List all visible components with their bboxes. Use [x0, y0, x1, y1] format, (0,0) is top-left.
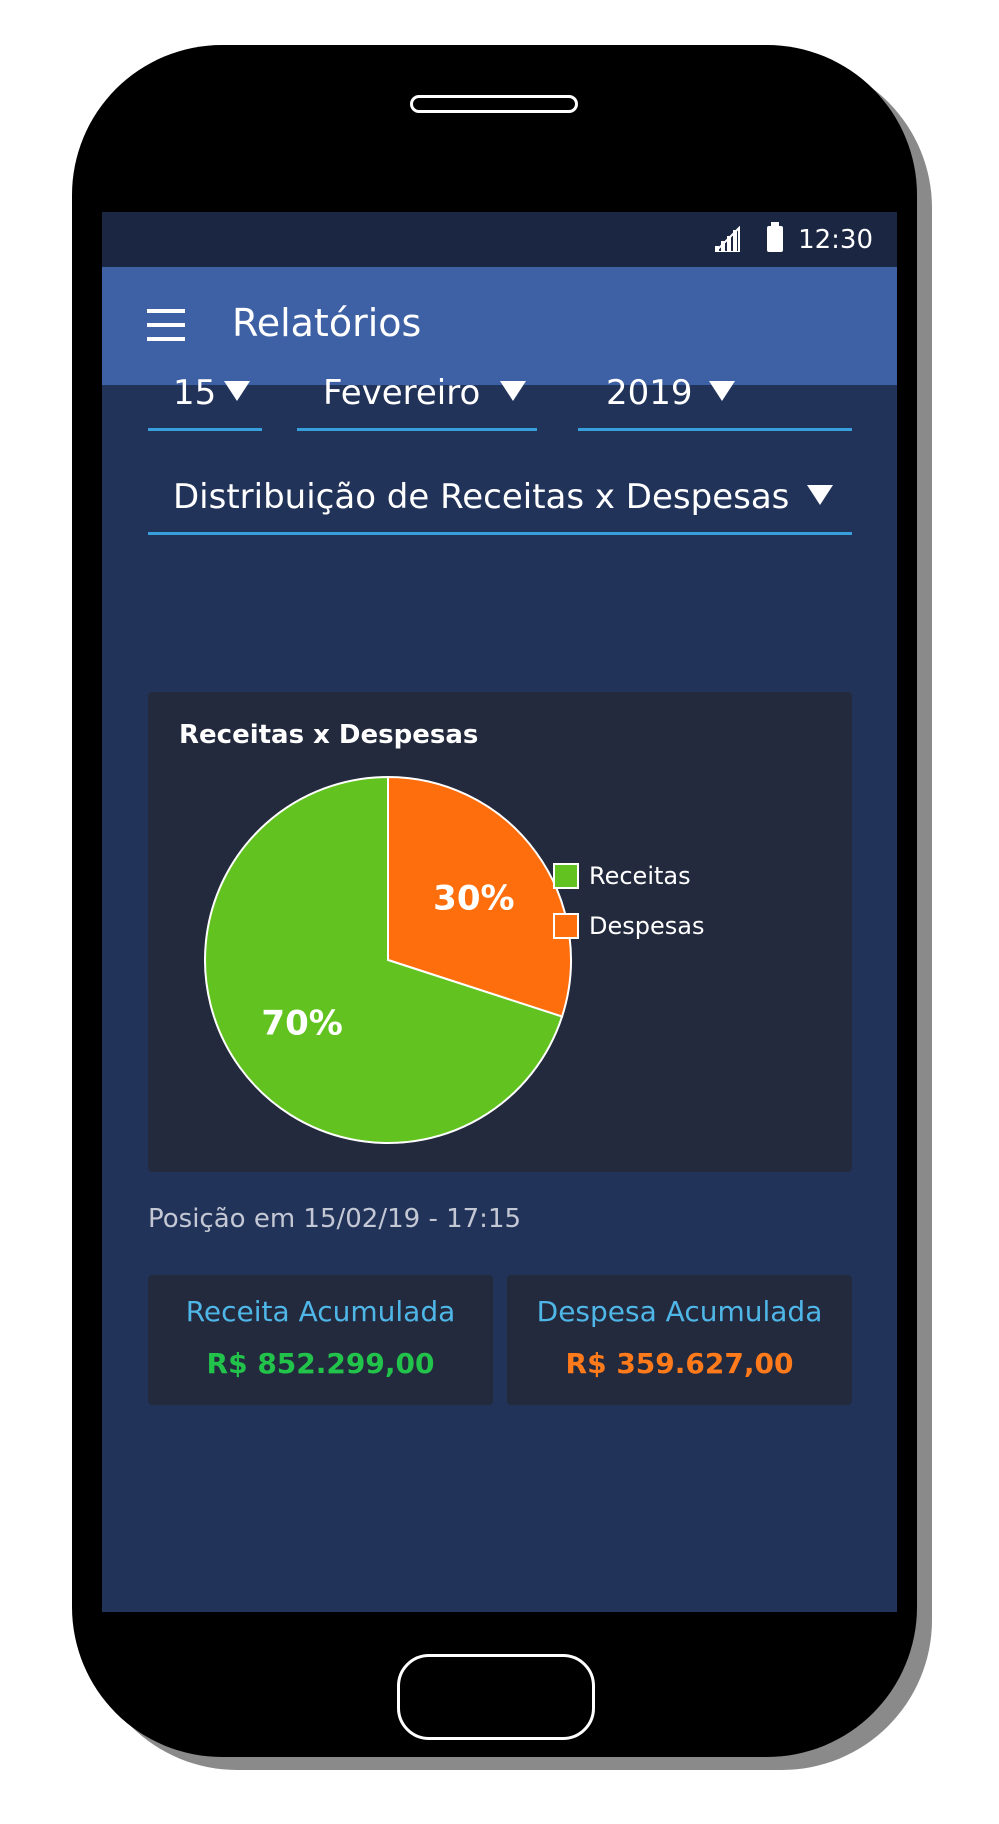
- battery-icon: [767, 222, 783, 252]
- pie-label-despesas: 30%: [433, 879, 514, 919]
- chevron-down-icon: [807, 485, 833, 505]
- legend-swatch-receitas: [553, 863, 579, 889]
- month-select-value: Fevereiro: [323, 373, 481, 413]
- menu-icon[interactable]: [147, 309, 185, 341]
- legend-label-receitas: Receitas: [589, 862, 691, 890]
- expense-value: R$ 359.627,00: [565, 1347, 794, 1380]
- status-time: 12:30: [798, 225, 873, 255]
- day-select[interactable]: 15: [148, 361, 262, 431]
- chevron-down-icon: [224, 381, 250, 401]
- chevron-down-icon: [709, 381, 735, 401]
- screen: 12:30 Relatórios 15 Fevereiro 2019 Distr…: [102, 212, 897, 1612]
- revenue-card: Receita Acumulada R$ 852.299,00: [148, 1275, 493, 1405]
- expense-label: Despesa Acumulada: [536, 1295, 823, 1328]
- status-bar: 12:30: [102, 212, 897, 267]
- chevron-down-icon: [500, 381, 526, 401]
- pie-label-receitas: 70%: [261, 1003, 342, 1043]
- report-type-select[interactable]: Distribuição de Receitas x Despesas: [148, 465, 852, 535]
- revenue-value: R$ 852.299,00: [206, 1347, 435, 1380]
- day-select-value: 15: [173, 373, 217, 413]
- expense-card: Despesa Acumulada R$ 359.627,00: [507, 1275, 852, 1405]
- month-select[interactable]: Fevereiro: [297, 361, 537, 431]
- pie-chart: 30% 70% Receitas Despesas: [204, 775, 704, 1144]
- signal-icon: [715, 226, 740, 252]
- position-timestamp: Posição em 15/02/19 - 17:15: [148, 1204, 522, 1234]
- year-select[interactable]: 2019: [578, 361, 852, 431]
- legend-swatch-despesas: [553, 913, 579, 939]
- year-select-value: 2019: [606, 373, 693, 413]
- chart-card: Receitas x Despesas 30% 70% Receitas Despes…: [148, 692, 852, 1172]
- report-type-value: Distribuição de Receitas x Despesas: [173, 477, 790, 517]
- home-button[interactable]: [397, 1654, 595, 1740]
- revenue-label: Receita Acumulada: [185, 1295, 456, 1328]
- legend-label-despesas: Despesas: [589, 912, 704, 940]
- page-title: Relatórios: [232, 301, 422, 345]
- phone-speaker: [410, 95, 578, 113]
